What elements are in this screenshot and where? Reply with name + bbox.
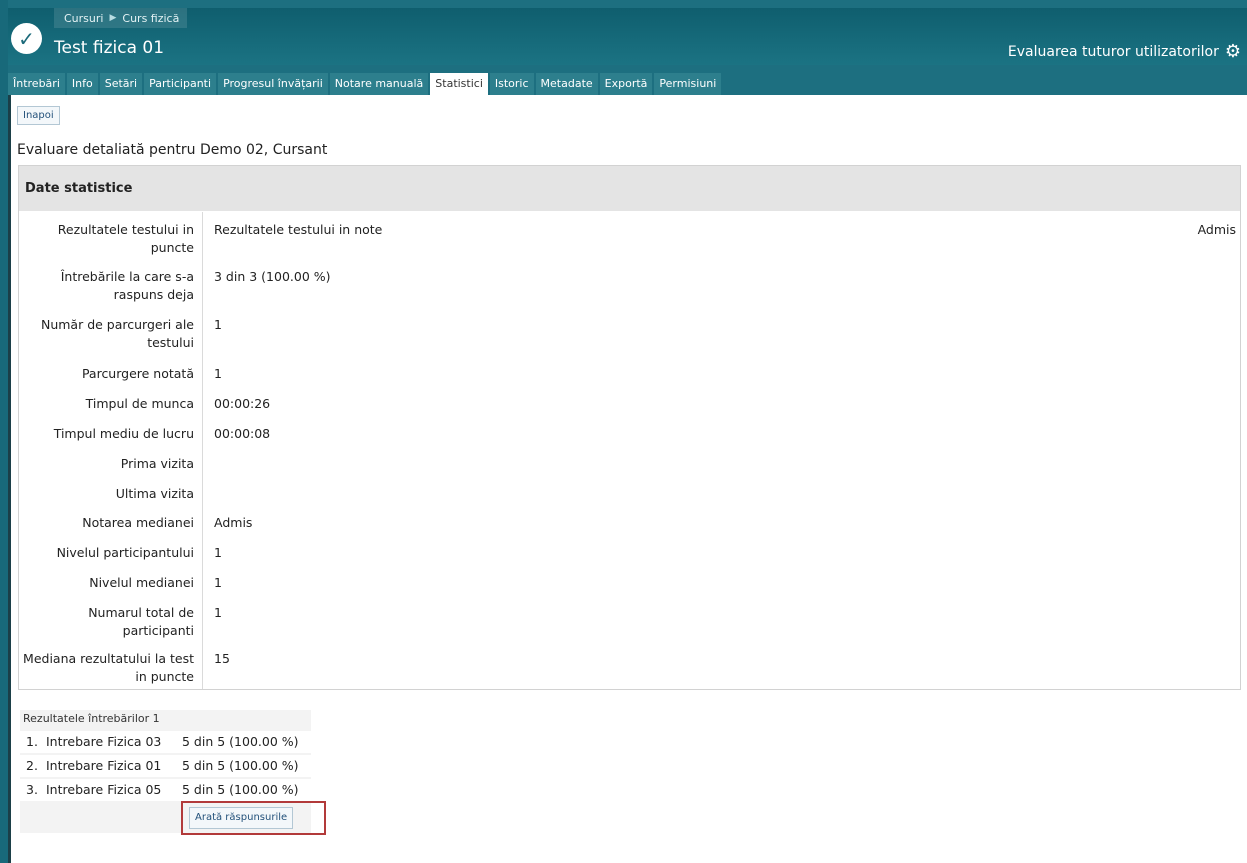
stat-label: Nivelul medianei xyxy=(89,575,194,590)
stat-value: Rezultatele testului in note xyxy=(214,222,383,237)
stat-label: Parcurgere notată xyxy=(81,366,194,381)
question-name: Intrebare Fizica 01 xyxy=(46,758,162,773)
frame-left-border xyxy=(0,0,8,863)
stat-value: 3 din 3 (100.00 %) xyxy=(214,269,331,284)
stat-label: Timpul mediu de lucru xyxy=(53,426,194,441)
main-content: Inapoi Evaluare detaliată pentru Demo 02… xyxy=(8,95,1247,863)
stat-label: Numarul total de participanti xyxy=(88,605,194,638)
row-number: 1. xyxy=(26,734,38,749)
table-row: 3. Intrebare Fizica 05 5 din 5 (100.00 %… xyxy=(20,779,311,801)
question-score: 5 din 5 (100.00 %) xyxy=(182,734,299,749)
stat-value: 1 xyxy=(214,317,222,332)
stat-value: 15 xyxy=(214,651,230,666)
statistics-header: Date statistice xyxy=(19,166,1240,211)
question-name: Intrebare Fizica 03 xyxy=(46,734,162,749)
stat-label: Ultima vizita xyxy=(115,486,194,501)
tab-metadate[interactable]: Metadate xyxy=(535,73,598,95)
table-row: 2. Intrebare Fizica 01 5 din 5 (100.00 %… xyxy=(20,755,311,777)
stat-label: Mediana rezultatului la test in puncte xyxy=(23,651,194,684)
stat-value-right: Admis xyxy=(1197,222,1236,237)
stat-value: 00:00:08 xyxy=(214,426,271,441)
breadcrumb: Cursuri ▶ Curs fizică xyxy=(54,8,188,28)
back-button[interactable]: Inapoi xyxy=(17,106,60,125)
triangle-right-icon: ▶ xyxy=(109,13,117,23)
page-title: Test fizica 01 xyxy=(54,38,165,58)
statistics-panel: Date statistice Rezultatele testului in … xyxy=(18,165,1241,690)
question-results-caption: Rezultatele întrebărilor 1 xyxy=(23,712,160,725)
stat-value: 1 xyxy=(214,575,222,590)
table-row: 1. Intrebare Fizica 03 5 din 5 (100.00 %… xyxy=(20,731,311,753)
highlight-box xyxy=(181,801,326,835)
question-score: 5 din 5 (100.00 %) xyxy=(182,758,299,773)
stat-value: Admis xyxy=(214,515,253,530)
tab-intrebari[interactable]: Întrebări xyxy=(8,73,65,95)
stat-value: 1 xyxy=(214,605,222,620)
tab-participanti[interactable]: Participanti xyxy=(144,73,217,95)
breadcrumb-cursuri[interactable]: Cursuri xyxy=(64,12,103,25)
stat-label: Notarea medianei xyxy=(82,515,194,530)
tab-progresul-invatarii[interactable]: Progresul învățarii xyxy=(218,73,328,95)
stat-value: 00:00:26 xyxy=(214,396,271,411)
check-circle-icon: ✓ xyxy=(11,23,42,54)
tab-statistici[interactable]: Statistici xyxy=(430,73,488,97)
question-name: Intrebare Fizica 05 xyxy=(46,782,162,797)
stat-label: Rezultatele testului in puncte xyxy=(57,222,194,255)
gear-icon[interactable]: ⚙ xyxy=(1225,43,1241,61)
stat-label: Întrebările la care s-a raspuns deja xyxy=(60,269,194,302)
stat-value: 1 xyxy=(214,366,222,381)
evaluation-menu[interactable]: Evaluarea tuturor utilizatorilor ⚙ xyxy=(1008,43,1241,61)
question-score: 5 din 5 (100.00 %) xyxy=(182,782,299,797)
evaluation-title: Evaluare detaliată pentru Demo 02, Cursa… xyxy=(17,142,328,158)
page-header: ✓ Cursuri ▶ Curs fizică Test fizica 01 E… xyxy=(8,8,1247,65)
tab-istoric[interactable]: Istoric xyxy=(489,73,534,95)
stat-label: Timpul de munca xyxy=(85,396,194,411)
tab-exporta[interactable]: Exportă xyxy=(599,73,653,95)
stat-label: Număr de parcurgeri ale testului xyxy=(40,317,194,350)
breadcrumb-curs-fizica[interactable]: Curs fizică xyxy=(122,12,179,25)
tab-setari[interactable]: Setări xyxy=(99,73,143,95)
stat-value: 1 xyxy=(214,545,222,560)
stat-label: Prima vizita xyxy=(120,456,194,471)
row-number: 3. xyxy=(26,782,38,797)
evaluation-menu-label[interactable]: Evaluarea tuturor utilizatorilor xyxy=(1008,44,1219,60)
tab-bar: Întrebări Info Setări Participanti Progr… xyxy=(8,73,723,97)
tab-info[interactable]: Info xyxy=(66,73,98,95)
tab-permisiuni[interactable]: Permisiuni xyxy=(654,73,722,95)
tab-notare-manuala[interactable]: Notare manuală xyxy=(329,73,429,95)
stat-label: Nivelul participantului xyxy=(56,545,194,560)
row-number: 2. xyxy=(26,758,38,773)
